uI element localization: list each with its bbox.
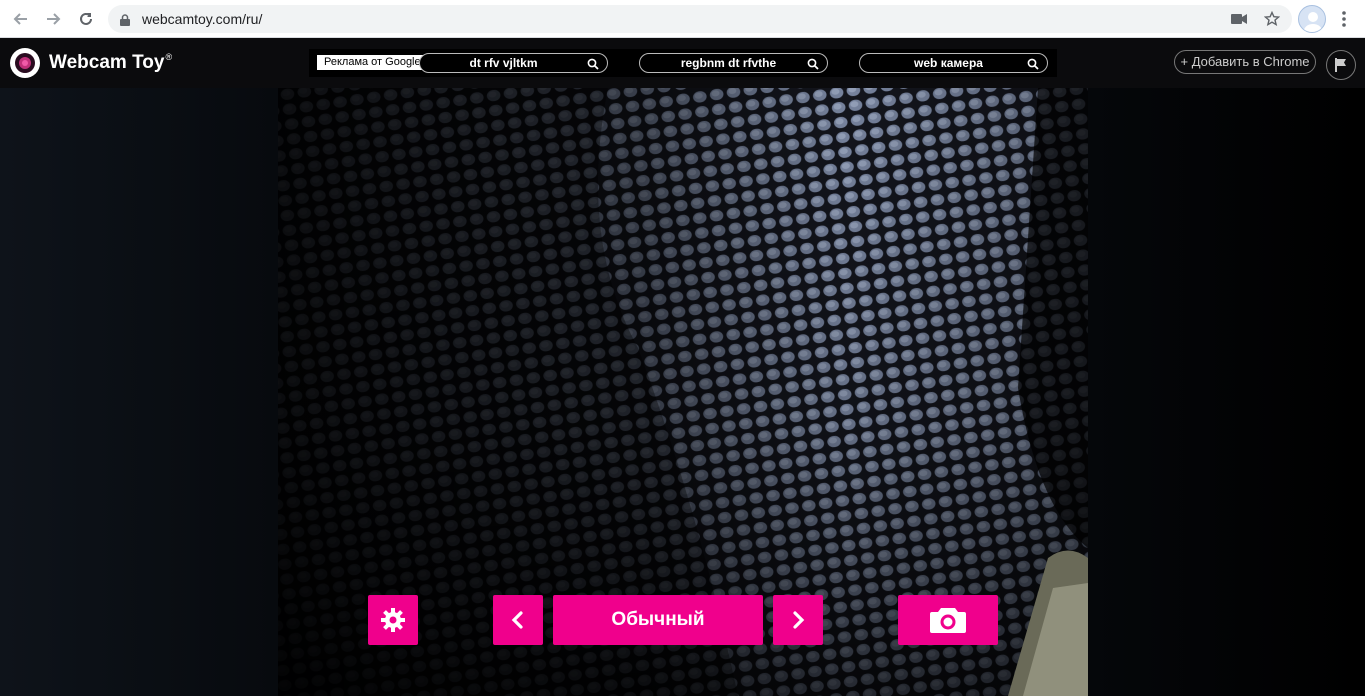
right-backdrop (1088, 88, 1365, 696)
flag-icon (1335, 58, 1346, 72)
chevron-left-icon (511, 611, 523, 629)
add-to-chrome-button[interactable]: + Добавить в Chrome (1174, 50, 1316, 74)
menu-dots-icon[interactable] (1336, 9, 1352, 29)
settings-button[interactable] (368, 595, 418, 645)
camera-permission-icon[interactable] (1230, 10, 1248, 28)
back-arrow-icon (13, 13, 27, 25)
search-icon (587, 57, 599, 75)
reload-button[interactable] (74, 7, 98, 31)
gear-icon (381, 608, 405, 632)
effect-name-button[interactable]: Обычный (553, 595, 763, 645)
lock-icon (120, 13, 130, 31)
forward-arrow-icon (47, 13, 61, 25)
take-photo-button[interactable] (898, 595, 998, 645)
logo-icon[interactable] (10, 48, 40, 78)
ad-label[interactable]: Реклама от Google (317, 55, 425, 70)
next-effect-button[interactable] (773, 595, 823, 645)
search-icon (1027, 57, 1039, 75)
forward-button[interactable] (41, 7, 65, 31)
star-icon[interactable] (1263, 10, 1281, 28)
avatar[interactable] (1298, 5, 1326, 33)
site-header: Webcam Toy® Реклама от Google dt rfv vjl… (0, 38, 1365, 88)
ad-link-2[interactable]: regbnm dt rfvthe (639, 53, 828, 73)
ad-link-3[interactable]: web камера (859, 53, 1048, 73)
reload-icon (80, 12, 92, 25)
effect-name-label: Обычный (611, 609, 705, 630)
browser-toolbar: webcamtoy.com/ru/ (0, 0, 1365, 38)
address-bar[interactable]: webcamtoy.com/ru/ (108, 5, 1292, 33)
chevron-right-icon (793, 611, 805, 629)
camera-icon (930, 608, 966, 633)
search-icon (807, 57, 819, 75)
url-text[interactable]: webcamtoy.com/ru/ (142, 11, 262, 27)
previous-effect-button[interactable] (493, 595, 543, 645)
logo-text[interactable]: Webcam Toy® (49, 52, 172, 74)
report-button[interactable] (1326, 50, 1356, 80)
left-backdrop (0, 88, 278, 696)
ad-link-1[interactable]: dt rfv vjltkm (419, 53, 608, 73)
back-button[interactable] (9, 7, 33, 31)
